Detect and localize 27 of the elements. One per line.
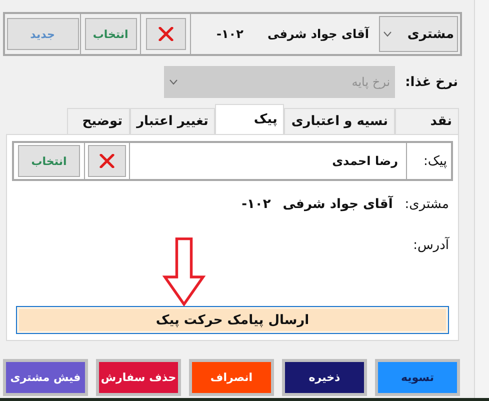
- send-sms-button[interactable]: ارسال پیامک حرکت پیک: [16, 306, 449, 334]
- tab[interactable]: نسیه و اعتباری: [284, 108, 395, 134]
- tab[interactable]: نقد: [395, 108, 459, 134]
- chevron-icon: [382, 31, 392, 37]
- customer-code: -۱۰۲: [242, 197, 271, 212]
- tab[interactable]: تغییر اعتبار: [130, 108, 216, 134]
- customer-name: آقای جواد شرفی: [267, 27, 369, 41]
- action-button[interactable]: حذف سفارش: [96, 359, 181, 396]
- clear-button[interactable]: [88, 145, 126, 178]
- courier-name: رضا احمدی: [129, 143, 406, 180]
- down-arrow-icon: [162, 238, 206, 306]
- tab[interactable]: توضیح: [66, 108, 130, 134]
- food-rate-label: نرخ غذا:: [405, 74, 458, 90]
- customer-label: مشتری:: [404, 197, 449, 212]
- tab[interactable]: پیک: [215, 104, 284, 134]
- courier-label: پیک:: [406, 143, 451, 180]
- clear-button[interactable]: [146, 18, 186, 50]
- customer-name: آقای جواد شرفی: [282, 197, 393, 212]
- action-button[interactable]: فیش مشتری: [3, 359, 88, 396]
- address-label: آدرس:: [413, 238, 449, 254]
- close-icon: [99, 154, 115, 168]
- close-icon: [158, 27, 174, 41]
- action-button[interactable]: تسویه: [375, 359, 460, 396]
- chevron-icon: [169, 79, 178, 85]
- action-button[interactable]: ذخیره: [282, 359, 367, 396]
- customer-type-dropdown[interactable]: مشتری: [378, 16, 458, 52]
- customer-code: -۱۰۲: [216, 27, 244, 41]
